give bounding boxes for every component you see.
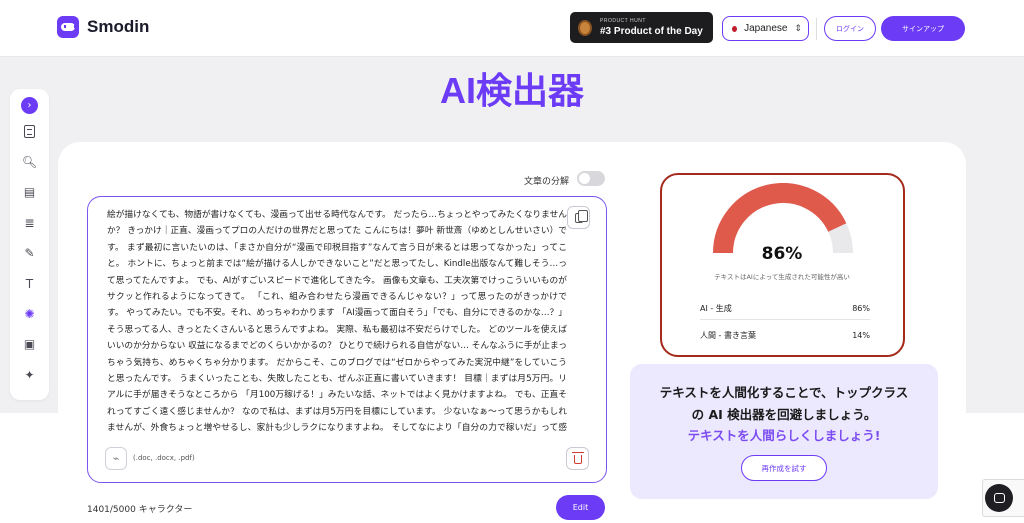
chevron-right-icon: › bbox=[21, 97, 38, 114]
document-search-icon: 🔍︎ bbox=[21, 154, 38, 169]
copy-button[interactable] bbox=[567, 206, 590, 229]
result-value-human: 14% bbox=[852, 330, 870, 340]
magic-wand-icon: ✦ bbox=[24, 367, 35, 382]
file-type-hint: (.doc, .docx, .pdf) bbox=[133, 454, 195, 462]
chat-button[interactable] bbox=[985, 484, 1013, 512]
clear-text-button[interactable] bbox=[566, 447, 589, 470]
summary-icon: ≣ bbox=[24, 215, 35, 230]
brand-logo[interactable]: Smodin bbox=[57, 16, 149, 38]
retry-button[interactable]: 再作成を試す bbox=[741, 455, 827, 481]
sentence-breakdown-toggle[interactable] bbox=[577, 171, 605, 186]
ai-score-caption: テキストはAIによって生成された可能性が高い bbox=[714, 273, 850, 281]
login-button[interactable]: ログイン bbox=[824, 16, 876, 41]
signup-button[interactable]: サインアップ bbox=[881, 16, 965, 41]
language-value: Japanese bbox=[744, 23, 788, 34]
humanize-link[interactable]: テキストを人間らしくしましょう! bbox=[630, 425, 938, 444]
page-title: AI検出器 bbox=[439, 70, 584, 111]
brand-name: Smodin bbox=[87, 17, 150, 36]
tool-sidebar: › 🔍︎ ▤ ≣ ✎ Ｔ ✺ ▣ ✦ bbox=[10, 89, 49, 400]
chevron-updown-icon: ⇕ bbox=[794, 23, 802, 33]
chat-icon bbox=[993, 493, 1005, 503]
notes-icon: ▤ bbox=[23, 184, 36, 199]
sidebar-item-ai-detector[interactable]: ✺ bbox=[21, 305, 38, 322]
top-header: Smodin PRODUCT HUNT #3 Product of the Da… bbox=[0, 0, 1024, 57]
sidebar-item-writer[interactable]: ✎ bbox=[21, 244, 38, 261]
sidebar-item-document[interactable] bbox=[21, 123, 38, 140]
sidebar-expand[interactable]: › bbox=[21, 97, 38, 114]
pen-icon: ✎ bbox=[24, 245, 35, 260]
toggle-knob bbox=[579, 173, 590, 184]
sidebar-item-document-search[interactable]: 🔍︎ bbox=[21, 153, 38, 170]
document-icon bbox=[24, 125, 35, 138]
copy-icon bbox=[574, 209, 588, 223]
product-hunt-rank: #3 Product of the Day bbox=[600, 25, 703, 37]
japan-flag-icon bbox=[732, 25, 738, 32]
paperclip-icon: ⌁ bbox=[112, 452, 120, 465]
humanize-headline-2: の AI 検出器を回避しましょう。 bbox=[691, 407, 877, 422]
product-hunt-badge[interactable]: PRODUCT HUNT #3 Product of the Day bbox=[570, 12, 713, 43]
sidebar-item-notes[interactable]: ▤ bbox=[21, 183, 38, 200]
language-select[interactable]: Japanese ⇕ bbox=[722, 16, 809, 41]
result-value-ai: 86% bbox=[852, 304, 870, 313]
attach-file-button[interactable]: ⌁ bbox=[105, 447, 127, 470]
result-row-ai: AI - 生成 86% bbox=[700, 298, 870, 320]
result-row-human: 人間 - 書き言葉 14% bbox=[700, 324, 870, 346]
header-divider bbox=[816, 18, 817, 40]
result-label-ai: AI - 生成 bbox=[700, 304, 732, 313]
sidebar-item-file[interactable]: ▣ bbox=[21, 335, 38, 352]
medal-icon bbox=[578, 19, 592, 36]
text-icon: Ｔ bbox=[23, 276, 36, 291]
input-text[interactable]: 絵が描けなくても、物語が書けなくても、漫画って出せる時代なんです。 だったら…ち… bbox=[107, 207, 567, 437]
palette-icon: ✺ bbox=[24, 306, 35, 321]
smodin-logo-icon bbox=[57, 16, 79, 38]
sidebar-item-text[interactable]: Ｔ bbox=[21, 275, 38, 292]
detection-result-panel: 86% テキストはAIによって生成された可能性が高い AI - 生成 86% 人… bbox=[660, 173, 905, 357]
humanize-headline-1: テキストを人間化することで、トップクラス bbox=[659, 385, 909, 400]
edit-button[interactable]: Edit bbox=[556, 495, 605, 520]
file-icon: ▣ bbox=[23, 336, 36, 351]
text-input-area[interactable]: 絵が描けなくても、物語が書けなくても、漫画って出せる時代なんです。 だったら…ち… bbox=[87, 196, 607, 483]
trash-icon bbox=[571, 452, 584, 464]
humanize-promo: テキストを人間化することで、トップクラス の AI 検出器を回避しましょう。 テ… bbox=[630, 364, 938, 499]
product-hunt-label: PRODUCT HUNT bbox=[600, 17, 646, 24]
sidebar-item-magic[interactable]: ✦ bbox=[21, 366, 38, 383]
sidebar-item-summary[interactable]: ≣ bbox=[21, 214, 38, 231]
sentence-breakdown-label: 文章の分解 bbox=[524, 177, 570, 187]
ai-score-percent: 86% bbox=[761, 244, 803, 264]
result-label-human: 人間 - 書き言葉 bbox=[700, 330, 756, 340]
character-count: 1401/5000 キャラクター bbox=[87, 505, 193, 515]
